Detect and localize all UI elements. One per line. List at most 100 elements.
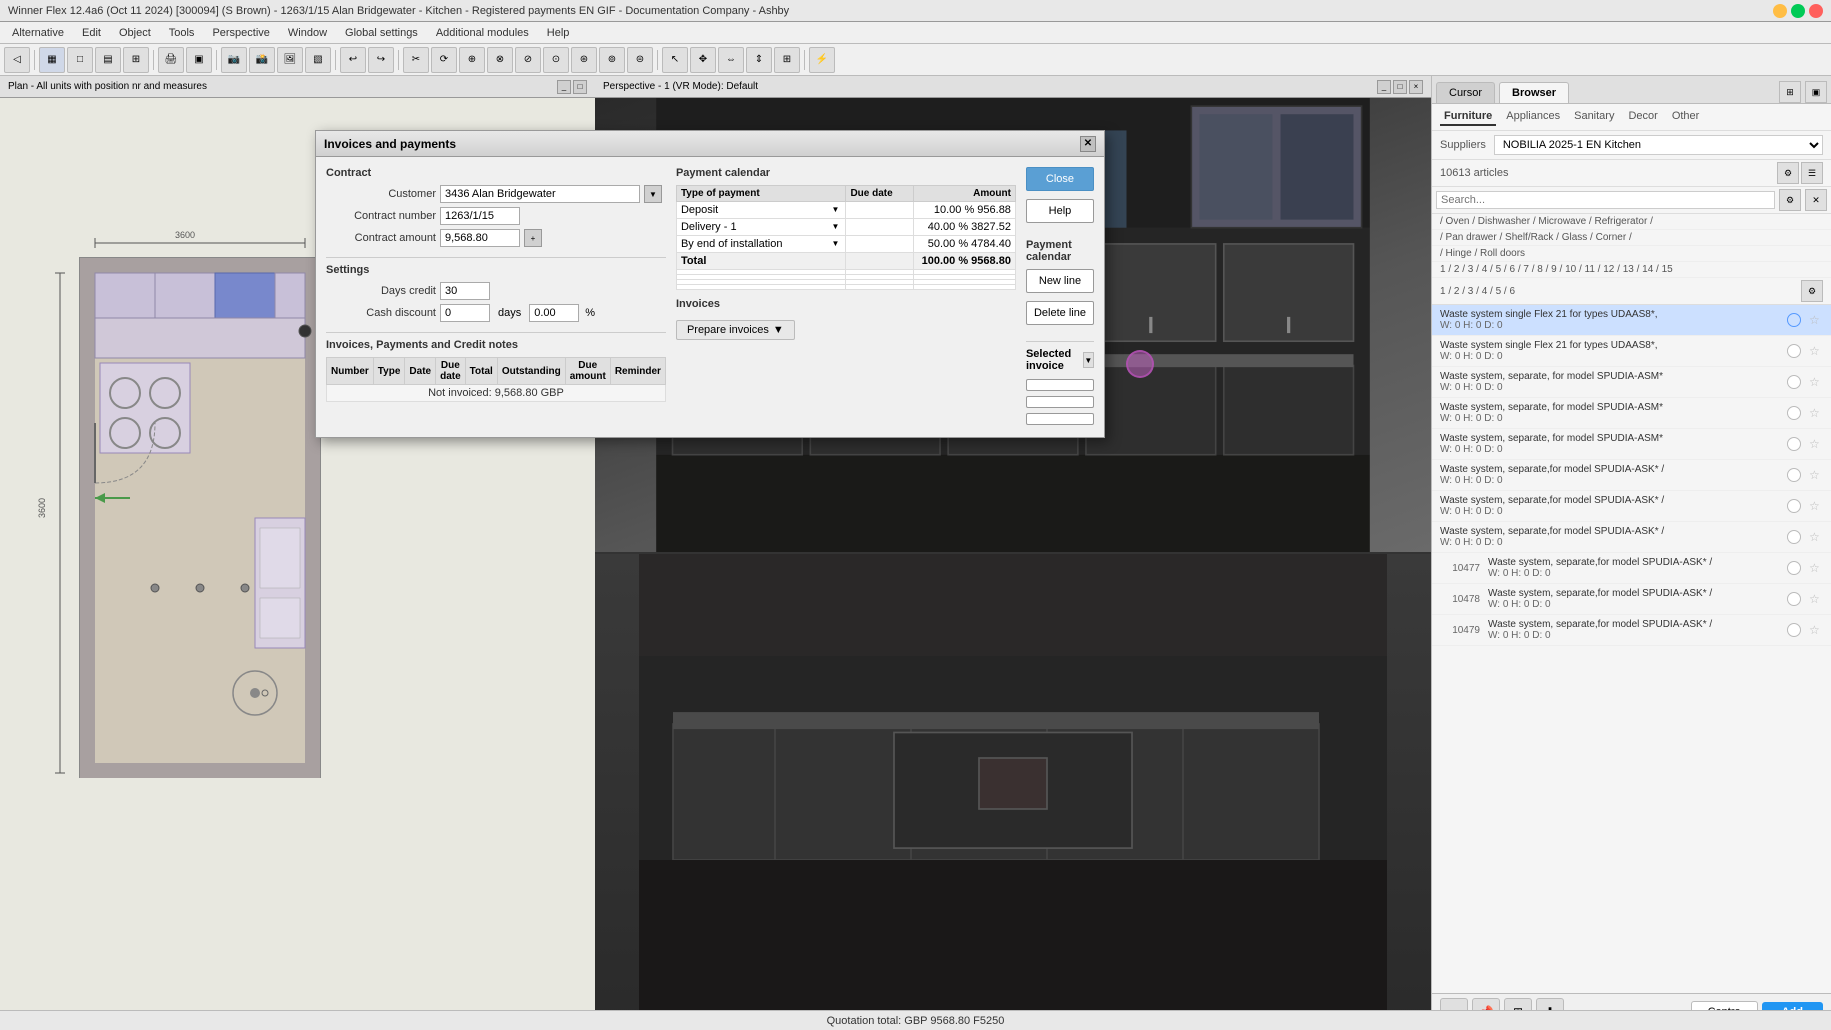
settings-section: Settings Days credit Cash discount days … [326,257,666,322]
pay-type-select-1[interactable]: Delivery - 1 [681,221,842,233]
cash-discount-row: Cash discount days % [326,304,666,322]
contract-amount-label: Contract amount [326,232,436,244]
payment-cal-label: Payment calendar [676,167,1016,179]
new-line-btn[interactable]: New line [1026,269,1094,293]
customer-input[interactable] [440,185,640,203]
not-invoiced-row: Not invoiced: 9,568.80 GBP [327,385,666,402]
pay-val-1: 3827.52 [971,221,1011,233]
pay-type-select-2[interactable]: By end of installation [681,238,842,250]
contract-amount-plus-btn[interactable]: + [524,229,542,247]
prepare-invoices-btn[interactable]: Prepare invoices ▼ [676,320,795,340]
invoices-label: Invoices [676,298,720,310]
pay-duedate-2 [846,236,914,253]
pay-sym-0: % [964,204,974,216]
contract-number-row: Contract number [326,207,666,225]
percent-input[interactable] [529,304,579,322]
pay-type-0[interactable]: Deposit ▼ [676,202,846,219]
col-reminder: Reminder [610,358,665,385]
sel-invoice-btn3[interactable] [1026,413,1094,425]
col-outstanding: Outstanding [497,358,565,385]
contract-label: Contract [326,167,666,179]
help-btn[interactable]: Help [1026,199,1094,223]
contract-amount-input[interactable] [440,229,520,247]
pay-duedate-1 [846,219,914,236]
pay-duedate-0 [846,202,914,219]
pay-type-select-0[interactable]: Deposit [681,204,842,216]
prepare-invoices-label: Prepare invoices [687,324,769,336]
pay-col-due-date: Due date [846,186,914,202]
pay-sym-1: % [958,221,968,233]
cash-discount-label: Cash discount [326,307,436,319]
invoices-payments-label: Invoices, Payments and Credit notes [326,339,666,351]
col-due-amount: Due amount [565,358,610,385]
pay-col-amount: Amount [914,186,1016,202]
pct-symbol: % [585,307,595,319]
pay-type-1[interactable]: Delivery - 1 ▼ [676,219,846,236]
days-credit-input[interactable] [440,282,490,300]
settings-label: Settings [326,264,666,276]
invoices-payments-section: Invoices, Payments and Credit notes Numb… [326,332,666,402]
payment-table: Type of payment Due date Amount [676,185,1016,290]
pay-row-total: Total 100.00 % 9568.80 [676,253,1015,270]
col-date: Date [405,358,436,385]
not-invoiced-text: Not invoiced: 9,568.80 GBP [327,385,666,402]
col-total: Total [465,358,497,385]
contract-section: Contract Customer ▼ Contract number Cont… [326,167,666,247]
customer-row: Customer ▼ [326,185,666,203]
pay-type-total: Total [676,253,846,270]
pay-pct-2: 50.00 [928,238,956,250]
selected-invoice-section: Selected invoice ▼ [1026,341,1094,427]
dialog-left: Contract Customer ▼ Contract number Cont… [326,167,666,427]
customer-select-btn[interactable]: ▼ [644,185,662,203]
invoices-dialog: Invoices and payments ✕ Contract Custome… [315,130,1105,438]
pay-row-1: Delivery - 1 ▼ 40.00 % 3827.52 [676,219,1015,236]
selected-invoice-chevron[interactable]: ▼ [1083,352,1094,368]
pay-amount-2: 50.00 % 4784.40 [914,236,1016,253]
invoices-header-row: Invoices [676,298,1016,316]
selected-invoice-label: Selected invoice [1026,348,1083,372]
sel-invoice-btn2[interactable] [1026,396,1094,408]
contract-number-input[interactable] [440,207,520,225]
dialog-right-buttons: Close Help Payment calendar New line Del… [1026,167,1094,427]
close-btn[interactable]: Close [1026,167,1094,191]
cash-discount-input[interactable] [440,304,490,322]
col-due-date: Due date [436,358,466,385]
pay-val-total: 9568.80 [971,255,1011,267]
days-label: days [498,307,521,319]
invoices-prepare-section: Invoices Prepare invoices ▼ [676,298,1016,340]
dialog-title-bar: Invoices and payments ✕ [316,131,1104,157]
pay-amount-1: 40.00 % 3827.52 [914,219,1016,236]
payment-cal-right-text: Payment calendar [1026,239,1072,263]
contract-number-label: Contract number [326,210,436,222]
days-credit-row: Days credit [326,282,666,300]
payment-table-container: Type of payment Due date Amount [676,185,1016,290]
pay-amount-0: 10.00 % 956.88 [914,202,1016,219]
contract-amount-row: Contract amount + [326,229,666,247]
pay-type-2[interactable]: By end of installation ▼ [676,236,846,253]
pay-amount-total: 100.00 % 9568.80 [914,253,1016,270]
sel-invoice-btn1[interactable] [1026,379,1094,391]
pay-col-type: Type of payment [676,186,846,202]
pay-row-0: Deposit ▼ 10.00 % 956.88 [676,202,1015,219]
dialog-overlay: Invoices and payments ✕ Contract Custome… [0,0,1831,1030]
pay-row-empty-4 [676,285,1015,290]
payment-section: Payment calendar Type of payment Due dat… [676,167,1016,427]
dialog-close-btn[interactable]: ✕ [1080,136,1096,152]
pay-val-0: 956.88 [977,204,1011,216]
selected-invoice-header: Selected invoice ▼ [1026,348,1094,372]
pay-duedate-total [846,253,914,270]
pay-pct-1: 40.00 [928,221,956,233]
payment-cal-right-label: Payment calendar [1026,239,1094,263]
delete-line-btn[interactable]: Delete line [1026,301,1094,325]
customer-label: Customer [326,188,436,200]
dialog-title-text: Invoices and payments [324,137,456,151]
pay-pct-total: 100.00 [922,255,956,267]
pay-sym-2: % [958,238,968,250]
prepare-chevron: ▼ [773,324,784,336]
days-credit-label: Days credit [326,285,436,297]
pay-sym-total: % [958,255,968,267]
col-number: Number [327,358,374,385]
col-type: Type [373,358,405,385]
pay-val-2: 4784.40 [971,238,1011,250]
dialog-body: Contract Customer ▼ Contract number Cont… [316,157,1104,437]
